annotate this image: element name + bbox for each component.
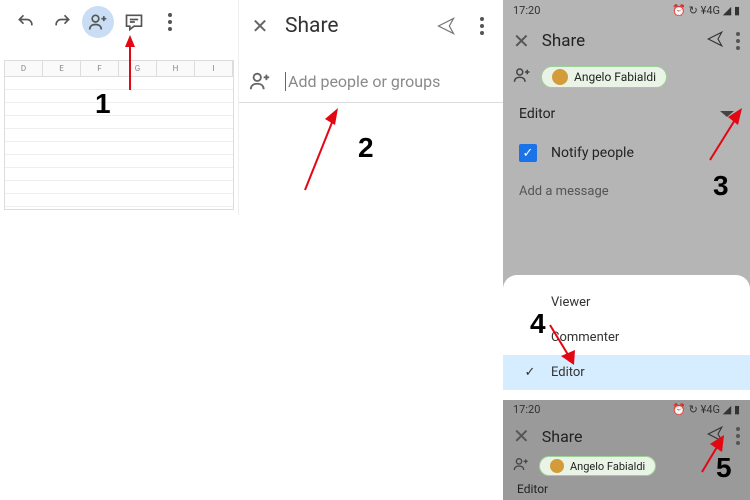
- notify-row[interactable]: ✓ Notify people: [503, 136, 750, 170]
- more-icon[interactable]: [736, 32, 740, 50]
- more-icon[interactable]: [736, 427, 740, 445]
- panel-share-phone-5: 17:20 ⏰ ↻ ¥4G ◢ ▮ ✕ Share Angelo Fabiald…: [503, 400, 750, 500]
- status-bar: 17:20 ⏰ ↻ ¥4G ◢ ▮: [503, 400, 750, 418]
- status-icons: ⏰ ↻ ¥4G ◢ ▮: [672, 4, 740, 17]
- check-icon: ✓: [523, 365, 537, 380]
- annotation-2: 2: [358, 132, 374, 164]
- annotation-3: 3: [713, 170, 729, 202]
- close-icon[interactable]: ✕: [249, 15, 271, 37]
- undo-button[interactable]: [10, 6, 42, 38]
- add-person-icon: [513, 456, 529, 476]
- role-label: Editor: [519, 106, 555, 122]
- column-headers: DEFGHI: [5, 61, 233, 77]
- panel-spreadsheet: DEFGHI: [0, 0, 238, 215]
- toolbar: [0, 0, 238, 44]
- annotation-4: 4: [530, 308, 546, 340]
- send-icon[interactable]: [706, 425, 724, 447]
- status-time: 17:20: [513, 403, 540, 416]
- avatar: [550, 459, 564, 473]
- status-bar: 17:20 ⏰ ↻ ¥4G ◢ ▮: [503, 0, 750, 20]
- add-person-icon: [513, 66, 531, 88]
- avatar: [552, 69, 568, 85]
- annotation-5: 5: [716, 452, 732, 484]
- add-people-input[interactable]: Add people or groups: [285, 72, 440, 91]
- notify-label: Notify people: [551, 145, 634, 161]
- add-people-row[interactable]: Add people or groups: [239, 52, 503, 103]
- notify-checkbox[interactable]: ✓: [519, 144, 537, 162]
- comment-button[interactable]: [118, 6, 150, 38]
- add-person-icon: [249, 70, 271, 92]
- send-icon[interactable]: [435, 15, 457, 37]
- share-header: ✕ Share: [239, 0, 503, 52]
- more-icon[interactable]: [471, 15, 493, 37]
- share-header-5: ✕ Share: [503, 418, 750, 454]
- status-icons: ⏰ ↻ ¥4G ◢ ▮: [672, 403, 740, 416]
- status-time: 17:20: [513, 4, 540, 17]
- person-chip[interactable]: Angelo Fabialdi: [539, 456, 656, 476]
- people-row: Angelo Fabialdi: [503, 62, 750, 92]
- annotation-1: 1: [95, 88, 111, 120]
- option-editor[interactable]: ✓Editor: [503, 355, 750, 390]
- people-row: Angelo Fabialdi: [503, 454, 750, 478]
- share-title: Share: [285, 14, 421, 38]
- close-icon[interactable]: ✕: [513, 29, 530, 53]
- share-title: Share: [542, 31, 694, 51]
- person-name: Angelo Fabialdi: [574, 70, 656, 84]
- redo-button[interactable]: [46, 6, 78, 38]
- role-label: Editor: [503, 478, 750, 500]
- more-button[interactable]: [154, 6, 186, 38]
- rows: [5, 77, 233, 207]
- person-chip[interactable]: Angelo Fabialdi: [541, 66, 667, 88]
- role-selector[interactable]: Editor: [503, 92, 750, 136]
- close-icon[interactable]: ✕: [513, 424, 530, 448]
- share-title: Share: [542, 427, 694, 446]
- share-header-3: ✕ Share: [503, 20, 750, 62]
- send-icon[interactable]: [706, 30, 724, 52]
- panel-share-dialog: ✕ Share Add people or groups: [238, 0, 503, 215]
- share-button[interactable]: [82, 6, 114, 38]
- chevron-down-icon: [720, 111, 734, 117]
- spreadsheet-grid[interactable]: DEFGHI: [4, 60, 234, 210]
- person-name: Angelo Fabialdi: [570, 460, 645, 473]
